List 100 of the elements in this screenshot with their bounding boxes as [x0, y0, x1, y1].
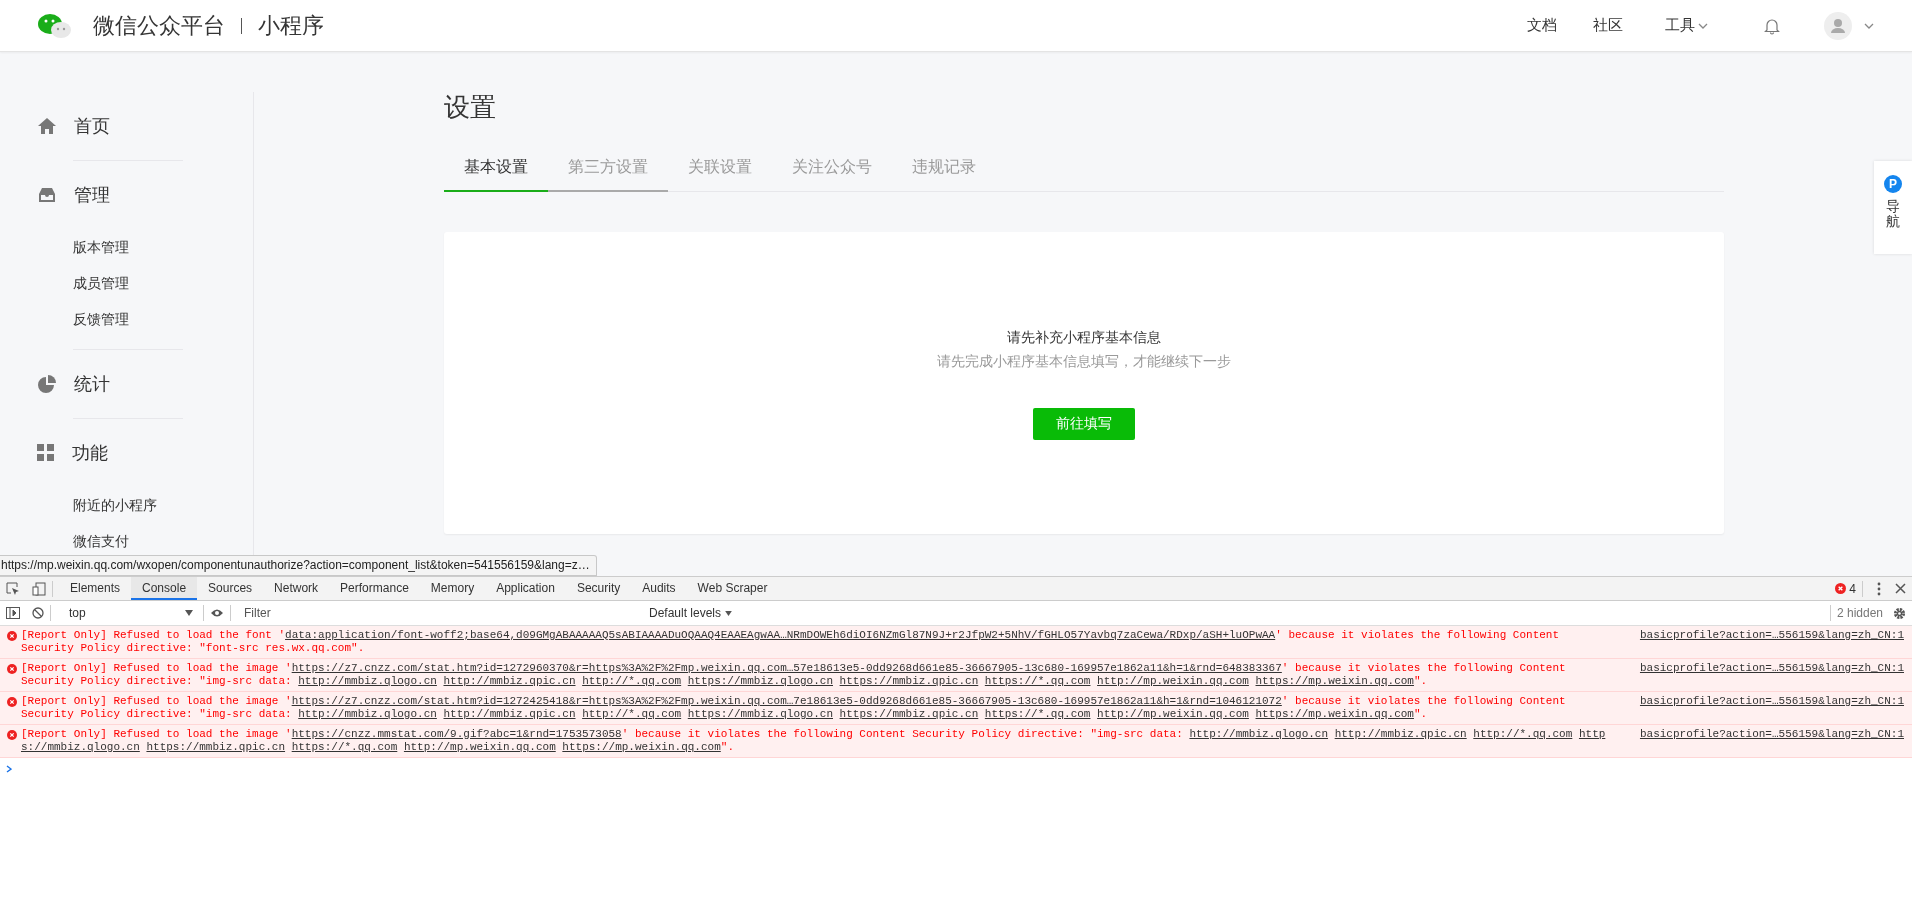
- url-link[interactable]: https://z7.cnzz.com/stat.htm?id=1272960370&r=https%3A%2F%2Fmp.weixin.qq.com…57e18613e5-0dd9268d661e85-36667905-13c680-169957e1862a11&h=1&rnd=648383367: [291, 662, 1282, 674]
- devtools-tab[interactable]: Sources: [197, 577, 264, 600]
- url-link[interactable]: https://mp.weixin.qq.com: [1255, 675, 1414, 687]
- nav-badge: P: [1884, 175, 1902, 193]
- status-url: https://mp.weixin.qq.com/wxopen/componentunauthorize?action=component_list&token=541556159&lang=z…: [0, 555, 597, 576]
- context-select[interactable]: top: [57, 603, 197, 623]
- sidebar-subitem[interactable]: 反馈管理: [73, 301, 253, 337]
- devtools-tab[interactable]: Security: [565, 577, 632, 600]
- card-title: 请先补充小程序基本信息: [1007, 329, 1161, 347]
- error-message-line: [Report Only] Refused to load the font 'data:application/font-woff2;base64,d09GMgABAAAAAQ5sABIAAAADuOQAAQ4EAAEAgwAA…NRmDOWEh6diOI6NZmGl87N9J+r2JfpW2+5NhV/fGHLO57Yavbq7zaCewa/RDxp/aSH+luOPwAA' because it violates the following Content: [21, 629, 1561, 642]
- sidebar-item[interactable]: 功能: [37, 419, 253, 487]
- devtools-tab[interactable]: Performance: [329, 577, 420, 600]
- source-link[interactable]: basicprofile?action=…556159&lang=zh_CN:1: [1639, 662, 1904, 675]
- inbox-icon: [37, 186, 57, 204]
- url-link[interactable]: s://mmbiz.qlogo.cn: [21, 741, 140, 753]
- pie-chart-icon: [37, 374, 57, 394]
- chevron-down-icon: [1698, 22, 1708, 29]
- error-message-line: Security Policy directive: "img-src data: http://mmbiz.qlogo.cn http://mmbiz.qpic.cn http://*.qq.com https://mmbiz.qlogo.cn https://mmbiz.qpic.cn https://*.qq.com http://mp.weixin.qq.com https://mp.weixin.qq.com".: [21, 675, 1429, 688]
- nav-link[interactable]: 社区: [1593, 16, 1623, 35]
- source-link[interactable]: basicprofile?action=…556159&lang=zh_CN:1: [1639, 728, 1904, 741]
- nav-label: 导航: [1886, 199, 1900, 230]
- url-link[interactable]: http://mmbiz.qpic.cn: [443, 675, 576, 687]
- brand-title: 微信公众平台: [93, 11, 225, 40]
- floating-nav[interactable]: P 导航: [1874, 161, 1912, 254]
- url-link[interactable]: https://mmbiz.qpic.cn: [839, 708, 979, 720]
- error-message-line: Security Policy directive: "img-src data: http://mmbiz.qlogo.cn http://mmbiz.qpic.cn http://*.qq.com https://mmbiz.qlogo.cn https://mmbiz.qpic.cn https://*.qq.com http://mp.weixin.qq.com https://mp.weixin.qq.com".: [21, 708, 1429, 721]
- error-icon: [7, 664, 17, 674]
- url-link[interactable]: https://mmbiz.qpic.cn: [839, 675, 979, 687]
- url-link[interactable]: https://mmbiz.qlogo.cn: [687, 708, 833, 720]
- nav-link[interactable]: 文档: [1527, 16, 1557, 35]
- product-title: 小程序: [258, 11, 324, 40]
- url-link[interactable]: https://mmbiz.qlogo.cn: [687, 675, 833, 687]
- home-icon: [37, 117, 57, 135]
- close-icon[interactable]: [1895, 583, 1906, 594]
- devtools-tab[interactable]: Network: [263, 577, 330, 600]
- chat-bubbles-logo: [37, 12, 73, 39]
- error-icon: [7, 730, 17, 740]
- prompt-chevron-icon: [6, 765, 12, 773]
- source-link[interactable]: basicprofile?action=…556159&lang=zh_CN:1: [1639, 629, 1904, 642]
- error-message-line: [Report Only] Refused to load the image 'https://z7.cnzz.com/stat.htm?id=1272960370&r=https%3A%2F%2Fmp.weixin.qq.com…57e18613e5-0dd9268d661e85-36667905-13c680-169957e1862a11&h=1&rnd=648383367' because it violates the following Content: [21, 662, 1567, 675]
- url-link[interactable]: http://mmbiz.qlogo.cn: [298, 675, 437, 687]
- sidebar-toggle-icon[interactable]: [6, 607, 20, 619]
- settings-tab[interactable]: 基本设置: [444, 147, 548, 192]
- sidebar-item[interactable]: 统计: [37, 350, 253, 418]
- levels-select[interactable]: Default levels: [643, 605, 739, 621]
- url-link[interactable]: https://*.qq.com: [984, 675, 1091, 687]
- sidebar-item[interactable]: 首页: [37, 92, 253, 160]
- error-icon: [1835, 583, 1847, 594]
- devtools-tab[interactable]: Audits: [631, 577, 687, 600]
- bell-icon[interactable]: [1764, 16, 1780, 35]
- error-icon: [7, 697, 17, 707]
- sidebar-subitem[interactable]: 附近的小程序: [73, 487, 253, 523]
- devtools-tab[interactable]: Memory: [419, 577, 486, 600]
- inspect-icon[interactable]: [6, 581, 20, 596]
- error-message-line: [Report Only] Refused to load the image 'https://cnzz.mmstat.com/9.gif?abc=1&rnd=1753573058' because it violates the following Content Security Policy directive: "img-src data: http://mmbiz.qlogo.cn http://mmbiz.qpic.cn http://*.qq.com http: [21, 728, 1607, 741]
- url-link[interactable]: http: [1578, 728, 1606, 740]
- url-link[interactable]: http://mmbiz.qpic.cn: [443, 708, 576, 720]
- device-icon[interactable]: [32, 581, 46, 596]
- card-subtitle: 请先完成小程序基本信息填写，才能继续下一步: [937, 353, 1231, 371]
- devtools-tab[interactable]: Web Scraper: [686, 577, 779, 600]
- clear-icon[interactable]: [32, 607, 44, 619]
- error-message-line: [Report Only] Refused to load the image 'https://z7.cnzz.com/stat.htm?id=1272425418&r=https%3A%2F%2Fmp.weixin.qq.com…7e18613e5-0dd9268d661e85-36667905-13c680-169957e1862a11&h=1&rnd=1046121072' because it violates the following Content: [21, 695, 1567, 708]
- error-message-line: Security Policy directive: "font-src res.wx.qq.com".: [21, 642, 366, 655]
- error-message-line: s://mmbiz.qlogo.cn https://mmbiz.qpic.cn https://*.qq.com http://mp.weixin.qq.com https://mp.weixin.qq.com".: [21, 741, 735, 754]
- devtools-tab[interactable]: Elements: [59, 577, 132, 600]
- url-link[interactable]: https://mmbiz.qpic.cn: [146, 741, 286, 753]
- nav-menu[interactable]: 工具: [1665, 16, 1708, 35]
- more-icon[interactable]: [1877, 581, 1881, 596]
- dropdown-icon: [725, 610, 733, 616]
- settings-icon[interactable]: [1893, 606, 1906, 620]
- url-link[interactable]: http://mmbiz.qpic.cn: [1334, 728, 1467, 740]
- dropdown-icon: [185, 610, 193, 616]
- sidebar-item[interactable]: 管理: [37, 161, 253, 229]
- url-link[interactable]: https://mp.weixin.qq.com: [562, 741, 721, 753]
- url-link[interactable]: https://cnzz.mmstat.com/9.gif?abc=1&rnd=1753573058: [291, 728, 622, 740]
- url-link[interactable]: http://*.qq.com: [582, 708, 682, 720]
- url-link[interactable]: http://mmbiz.qlogo.cn: [1189, 728, 1329, 740]
- account-menu-icon: [1864, 22, 1874, 29]
- url-link[interactable]: http://mp.weixin.qq.com: [1097, 708, 1249, 720]
- url-link[interactable]: https://*.qq.com: [984, 708, 1091, 720]
- sidebar-subitem[interactable]: 版本管理: [73, 229, 253, 265]
- grid-icon: [37, 444, 55, 462]
- url-link[interactable]: https://z7.cnzz.com/stat.htm?id=1272425418&r=https%3A%2F%2Fmp.weixin.qq.com…7e18613e5-0dd9268d661e85-36667905-13c680-169957e1862a11&h=1&rnd=1046121072: [291, 695, 1282, 707]
- url-link[interactable]: http://mmbiz.qlogo.cn: [298, 708, 437, 720]
- url-link[interactable]: http://*.qq.com: [582, 675, 682, 687]
- devtools-tab[interactable]: Console: [131, 577, 198, 600]
- devtools-tab[interactable]: Application: [485, 577, 566, 600]
- hidden-count: 2 hidden: [1836, 606, 1883, 620]
- sidebar-subitem[interactable]: 成员管理: [73, 265, 253, 301]
- page-title: 设置: [444, 91, 497, 124]
- source-link[interactable]: basicprofile?action=…556159&lang=zh_CN:1: [1639, 695, 1904, 708]
- url-link[interactable]: https://*.qq.com: [291, 741, 398, 753]
- url-link[interactable]: data:application/font-woff2;base64,d09GMgABAAAAAQ5sABIAAAADuOQAAQ4EAAEAgwAA…NRmDOWEh6diOI6NZmGl87N9J+r2JfpW2+5NhV/fGHLO57Yavbq7zaCewa/RDxp/aSH+luOPwAA: [285, 629, 1276, 641]
- error-icon: [7, 631, 17, 641]
- url-link[interactable]: http://*.qq.com: [1473, 728, 1573, 740]
- url-link[interactable]: https://mp.weixin.qq.com: [1255, 708, 1414, 720]
- error-count[interactable]: 4: [1849, 581, 1856, 596]
- url-link[interactable]: http://mp.weixin.qq.com: [1097, 675, 1249, 687]
- eye-icon[interactable]: [210, 608, 224, 618]
- url-link[interactable]: http://mp.weixin.qq.com: [403, 741, 556, 753]
